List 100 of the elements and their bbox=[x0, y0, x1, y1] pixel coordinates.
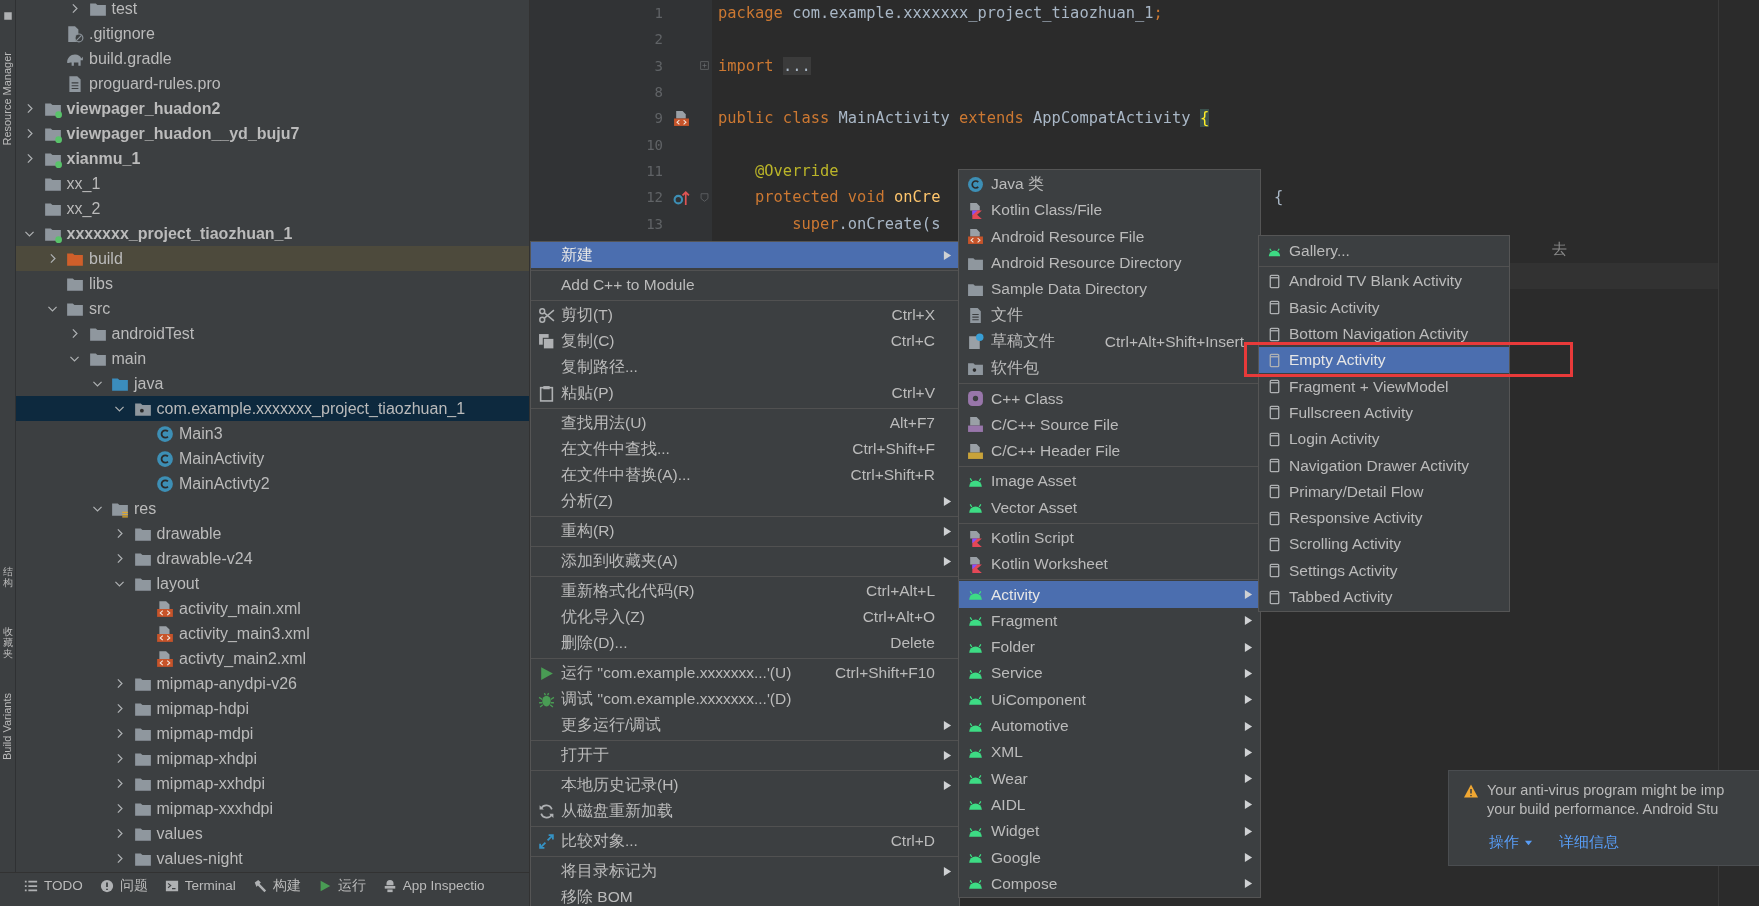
tree-item[interactable]: .gitignore bbox=[16, 21, 529, 46]
tree-item[interactable]: androidTest bbox=[16, 321, 529, 346]
menu-item[interactable]: Fragment + ViewModel bbox=[1259, 373, 1509, 400]
tree-item[interactable]: xx_2 bbox=[16, 196, 529, 221]
menu-item[interactable]: Primary/Detail Flow bbox=[1259, 478, 1509, 505]
tree-item[interactable]: xxxxxxx_project_tiaozhuan_1 bbox=[16, 221, 529, 246]
tree-item[interactable]: viewpager_huadon2 bbox=[16, 96, 529, 121]
tree-item[interactable]: mipmap-mdpi bbox=[16, 721, 529, 746]
tree-item[interactable]: xianmu_1 bbox=[16, 146, 529, 171]
menu-item[interactable]: Wear bbox=[959, 765, 1260, 792]
menu-item[interactable]: 新建 bbox=[531, 242, 959, 268]
tree-item[interactable]: values-night bbox=[16, 846, 529, 871]
menu-item[interactable]: 重构(R) bbox=[531, 518, 959, 544]
menu-item[interactable]: Kotlin Script bbox=[959, 524, 1260, 552]
tree-item[interactable]: activty_main2.xml bbox=[16, 646, 529, 671]
tool-window-button[interactable]: 问题 bbox=[99, 873, 148, 898]
tree-item[interactable]: viewpager_huadon__yd_buju7 bbox=[16, 121, 529, 146]
tree-item[interactable]: mipmap-xxhdpi bbox=[16, 771, 529, 796]
tool-window-button[interactable]: Terminal bbox=[164, 873, 236, 898]
side-tool-tab[interactable]: 收藏夹 bbox=[2, 625, 13, 659]
tree-item[interactable]: activity_main3.xml bbox=[16, 621, 529, 646]
menu-item[interactable]: 优化导入(Z) Ctrl+Alt+O bbox=[531, 604, 959, 630]
menu-item[interactable]: Sample Data Directory bbox=[959, 276, 1260, 303]
menu-item[interactable]: 剪切(T) Ctrl+X bbox=[531, 302, 959, 328]
tree-item[interactable]: layout bbox=[16, 571, 529, 596]
menu-item[interactable]: AIDL bbox=[959, 791, 1260, 819]
tree-item[interactable]: drawable bbox=[16, 521, 529, 546]
tree-item[interactable]: build bbox=[16, 246, 529, 271]
tree-item[interactable]: src bbox=[16, 296, 529, 321]
menu-item[interactable]: Navigation Drawer Activity bbox=[1259, 452, 1509, 479]
menu-item[interactable]: Activity bbox=[959, 581, 1260, 608]
menu-item[interactable]: 从磁盘重新加载 bbox=[531, 798, 959, 824]
notification-link[interactable]: 详细信息 bbox=[1559, 833, 1619, 852]
tree-item[interactable]: mipmap-xxxhdpi bbox=[16, 796, 529, 821]
tree-item[interactable]: java bbox=[16, 371, 529, 396]
menu-item[interactable]: Empty Activity bbox=[1259, 347, 1509, 374]
menu-item[interactable]: Android Resource File bbox=[959, 223, 1260, 250]
menu-item[interactable]: Basic Activity bbox=[1259, 294, 1509, 321]
menu-item[interactable]: UiComponent bbox=[959, 686, 1260, 713]
tree-item[interactable]: mipmap-hdpi bbox=[16, 696, 529, 721]
menu-item[interactable]: 在文件中替换(A)... Ctrl+Shift+R bbox=[531, 462, 959, 488]
tree-item[interactable]: drawable-v24 bbox=[16, 546, 529, 571]
menu-item[interactable]: Vector Asset bbox=[959, 494, 1260, 521]
tree-item[interactable]: libs bbox=[16, 271, 529, 296]
menu-item[interactable]: 将目录标记为 bbox=[531, 858, 959, 884]
menu-item[interactable]: 重新格式化代码(R) Ctrl+Alt+L bbox=[531, 578, 959, 604]
menu-item[interactable]: C/C++ Source File bbox=[959, 411, 1260, 438]
tree-item[interactable]: build.gradle bbox=[16, 46, 529, 71]
menu-item[interactable]: Compose bbox=[959, 870, 1260, 897]
tree-item[interactable]: res bbox=[16, 496, 529, 521]
menu-item[interactable]: Login Activity bbox=[1259, 426, 1509, 453]
menu-item[interactable]: 打开于 bbox=[531, 742, 959, 768]
side-tool-tab[interactable]: Build Variants bbox=[1, 692, 14, 760]
menu-item[interactable]: Android Resource Directory bbox=[959, 249, 1260, 277]
menu-item[interactable]: 删除(D)... Delete bbox=[531, 630, 959, 656]
menu-item[interactable]: Widget bbox=[959, 818, 1260, 845]
menu-item[interactable]: 在文件中查找... Ctrl+Shift+F bbox=[531, 436, 959, 462]
menu-item[interactable]: 运行 ''com.example.xxxxxxx...'(U) Ctrl+Shift+F10 bbox=[531, 660, 959, 686]
menu-item[interactable]: C/C++ Header File bbox=[959, 437, 1260, 465]
tree-item[interactable]: activity_main.xml bbox=[16, 596, 529, 621]
menu-item[interactable]: 复制路径... bbox=[531, 354, 959, 380]
tree-item[interactable]: com.example.xxxxxxx_project_tiaozhuan_1 bbox=[16, 396, 529, 421]
menu-item[interactable]: Folder bbox=[959, 634, 1260, 661]
tool-window-button[interactable]: TODO bbox=[24, 873, 83, 898]
notification-link[interactable]: 操作 bbox=[1489, 833, 1533, 852]
menu-item[interactable]: Image Asset bbox=[959, 468, 1260, 495]
menu-item[interactable]: 添加到收藏夹(A) bbox=[531, 548, 959, 574]
menu-item[interactable]: Automotive bbox=[959, 712, 1260, 740]
menu-item[interactable]: Fullscreen Activity bbox=[1259, 399, 1509, 427]
menu-item[interactable]: Android TV Blank Activity bbox=[1259, 268, 1509, 295]
menu-item[interactable]: C++ Class bbox=[959, 385, 1260, 412]
menu-item[interactable]: 粘贴(P) Ctrl+V bbox=[531, 380, 959, 406]
menu-item[interactable]: Kotlin Worksheet bbox=[959, 551, 1260, 578]
tree-item[interactable]: test bbox=[16, 0, 529, 21]
menu-item[interactable]: 查找用法(U) Alt+F7 bbox=[531, 410, 959, 436]
tree-item[interactable]: Main3 bbox=[16, 421, 529, 446]
tree-item[interactable]: mipmap-xhdpi bbox=[16, 746, 529, 771]
menu-item[interactable]: Kotlin Class/File bbox=[959, 197, 1260, 224]
tree-item[interactable]: xx_1 bbox=[16, 171, 529, 196]
menu-item[interactable]: 移除 BOM bbox=[531, 884, 959, 906]
menu-item[interactable]: 软件包 bbox=[959, 355, 1260, 382]
menu-item[interactable]: 草稿文件 Ctrl+Alt+Shift+Insert bbox=[959, 328, 1260, 356]
side-tool-tab[interactable]: Resource Manager bbox=[1, 52, 14, 146]
side-tool-tab[interactable]: 结构 bbox=[2, 565, 13, 588]
menu-item[interactable]: XML bbox=[959, 739, 1260, 766]
menu-item[interactable]: Fragment bbox=[959, 607, 1260, 635]
tree-item[interactable]: values bbox=[16, 821, 529, 846]
menu-item[interactable]: Scrolling Activity bbox=[1259, 531, 1509, 558]
menu-item[interactable]: Settings Activity bbox=[1259, 557, 1509, 584]
menu-item[interactable]: Tabbed Activity bbox=[1259, 583, 1509, 611]
tool-window-button[interactable]: 运行 bbox=[317, 873, 366, 898]
tree-item[interactable]: mipmap-anydpi-v26 bbox=[16, 671, 529, 696]
tree-item[interactable]: MainActivity bbox=[16, 446, 529, 471]
menu-item[interactable]: Add C++ to Module bbox=[531, 272, 959, 298]
menu-item[interactable]: Responsive Activity bbox=[1259, 504, 1509, 532]
menu-item[interactable]: Google bbox=[959, 844, 1260, 871]
menu-item[interactable]: Service bbox=[959, 660, 1260, 687]
menu-item[interactable]: 更多运行/调试 bbox=[531, 712, 959, 738]
menu-item[interactable]: 分析(Z) bbox=[531, 488, 959, 514]
menu-item[interactable]: Gallery... bbox=[1259, 238, 1509, 265]
